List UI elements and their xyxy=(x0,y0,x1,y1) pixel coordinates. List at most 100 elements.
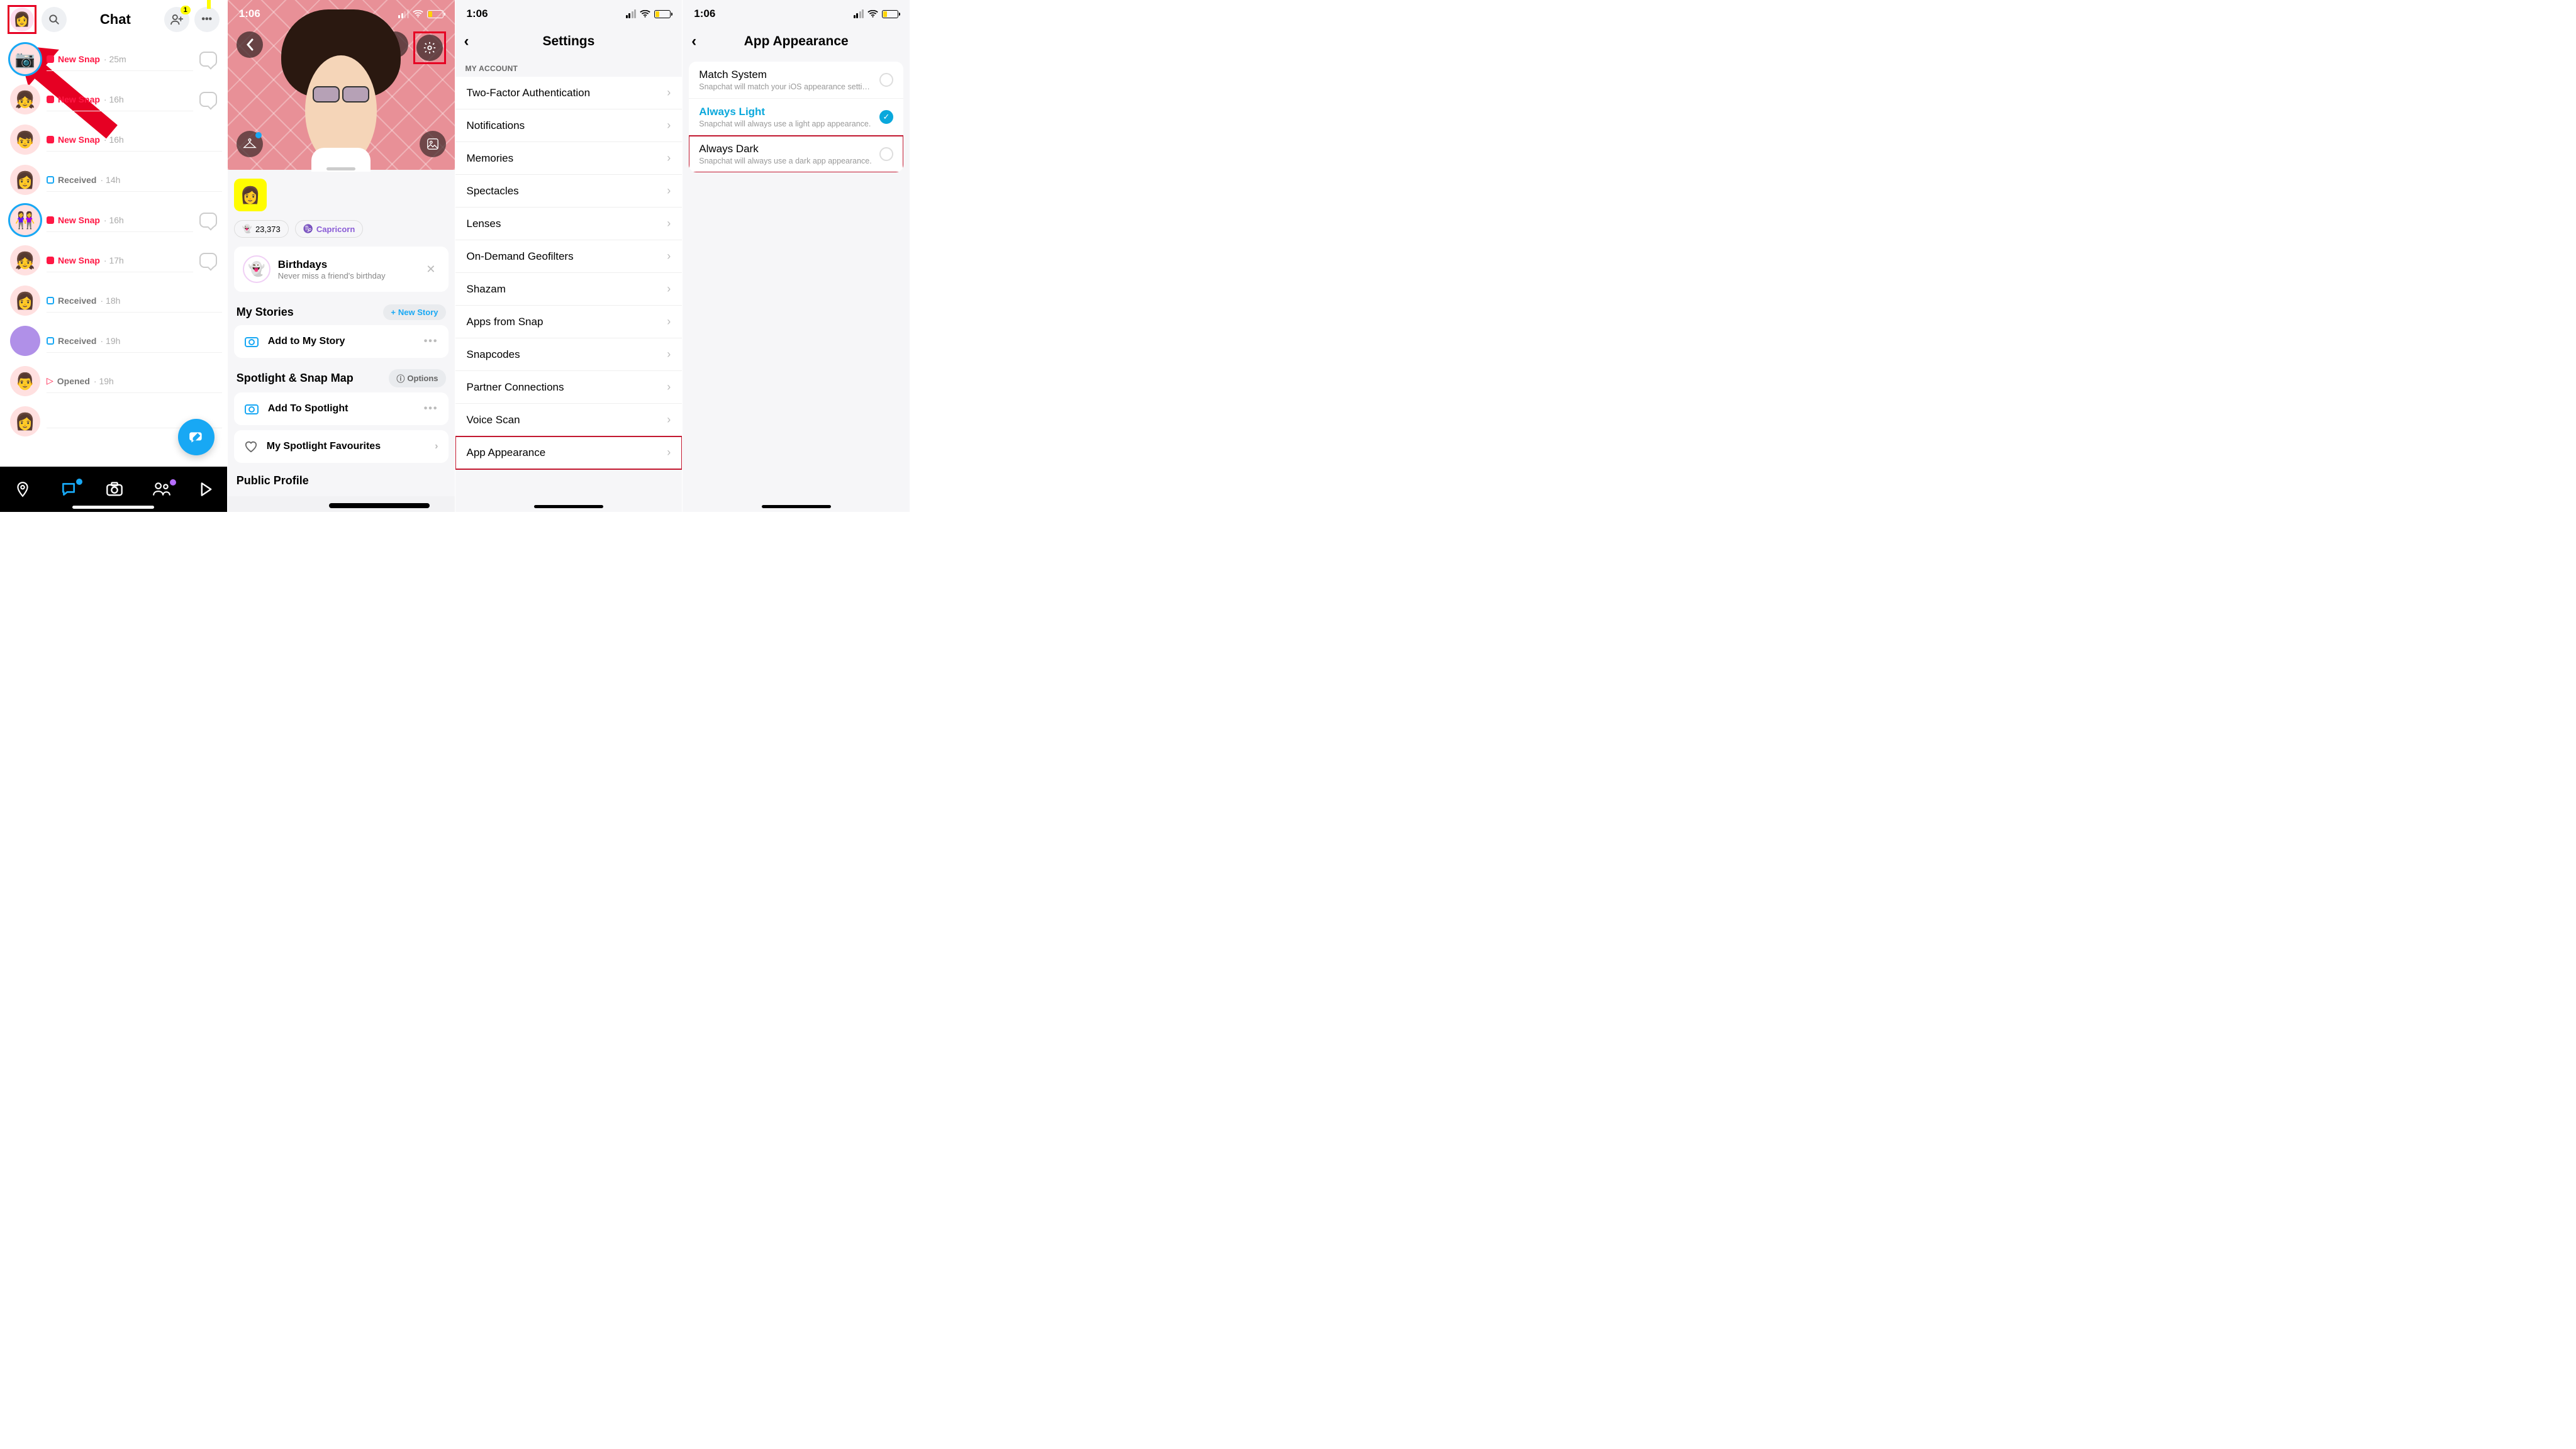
signal-icon xyxy=(626,9,637,18)
snapcode[interactable]: 👩 xyxy=(234,179,267,211)
chevron-right-icon: › xyxy=(667,86,671,99)
add-friend-icon xyxy=(170,14,184,25)
status-time: 1:06 xyxy=(239,8,260,20)
chat-row[interactable]: 📷 New Snap· 25m xyxy=(5,39,227,79)
more-button[interactable]: ••• xyxy=(194,7,220,32)
profile-avatar-highlighted[interactable]: 👩 xyxy=(8,5,36,34)
status-bar: 1:06 xyxy=(455,0,683,24)
reply-icon[interactable] xyxy=(199,92,217,107)
settings-row[interactable]: App Appearance› xyxy=(455,436,683,469)
yellow-indicator xyxy=(207,0,211,9)
new-chat-fab[interactable] xyxy=(178,419,215,455)
chat-row[interactable]: 👨 ▷Opened· 19h xyxy=(5,361,227,401)
settings-row[interactable]: Snapcodes› xyxy=(455,338,683,371)
radio-button[interactable]: ✓ xyxy=(879,110,893,124)
chat-row[interactable]: 👦 New Snap· 16h xyxy=(5,119,227,160)
nav-stories[interactable] xyxy=(152,482,171,497)
score-pill[interactable]: 👻23,373 xyxy=(234,220,289,238)
chat-avatar: 👩 xyxy=(10,165,40,195)
settings-row[interactable]: Voice Scan› xyxy=(455,404,683,436)
signal-icon xyxy=(854,9,864,18)
wifi-icon xyxy=(640,10,650,18)
chat-status: New Snap xyxy=(58,94,100,104)
settings-row[interactable]: Partner Connections› xyxy=(455,371,683,404)
radio-button[interactable] xyxy=(879,147,893,161)
chevron-right-icon: › xyxy=(667,348,671,361)
zodiac-pill[interactable]: ♑Capricorn xyxy=(295,220,364,238)
add-to-story-row[interactable]: Add to My Story ••• xyxy=(234,325,449,358)
nav-camera[interactable] xyxy=(106,482,123,497)
settings-row[interactable]: Apps from Snap› xyxy=(455,306,683,338)
appearance-option[interactable]: Always LightSnapchat will always use a l… xyxy=(689,99,903,136)
chevron-right-icon: › xyxy=(667,250,671,263)
more-icon[interactable]: ••• xyxy=(424,403,438,414)
settings-row[interactable]: Memories › xyxy=(455,142,683,175)
chat-row[interactable]: 👧 New Snap· 17h xyxy=(5,240,227,280)
friend-badge: 1 xyxy=(181,6,191,14)
settings-row[interactable]: Notifications› xyxy=(455,109,683,142)
settings-header: ‹ Settings xyxy=(455,24,683,58)
add-friend-button[interactable]: 1 xyxy=(164,7,189,32)
nav-spotlight[interactable] xyxy=(200,482,213,497)
chat-row[interactable]: 👭 New Snap· 16h xyxy=(5,200,227,240)
settings-button-highlighted[interactable] xyxy=(413,31,446,64)
close-icon[interactable]: ✕ xyxy=(422,263,439,276)
chevron-right-icon: › xyxy=(667,184,671,197)
radio-button[interactable] xyxy=(879,73,893,87)
app-appearance-screen: 1:06 ‹ App Appearance Match SystemSnapch… xyxy=(683,0,910,512)
chevron-right-icon: › xyxy=(667,380,671,394)
sheet-grabber[interactable] xyxy=(326,167,355,170)
chat-row[interactable]: 👩 Received· 18h xyxy=(5,280,227,321)
status-time: 1:06 xyxy=(694,8,715,20)
appearance-option[interactable]: Match SystemSnapchat will match your iOS… xyxy=(689,62,903,99)
option-title: Always Dark xyxy=(699,143,873,155)
chat-row[interactable]: 👧 New Snap· 16h xyxy=(5,79,227,119)
settings-row[interactable]: Lenses› xyxy=(455,208,683,240)
chat-avatar: 👭 xyxy=(10,205,40,235)
chevron-right-icon: › xyxy=(667,152,671,165)
reply-icon[interactable] xyxy=(199,52,217,67)
status-bar: 1:06 xyxy=(683,0,910,24)
public-profile-header: Public Profile xyxy=(234,468,449,487)
hanger-icon xyxy=(243,138,257,150)
camera-icon xyxy=(244,402,259,415)
home-indicator xyxy=(329,503,430,508)
spotlight-favourites-row[interactable]: My Spotlight Favourites › xyxy=(234,430,449,463)
background-button[interactable] xyxy=(420,131,446,157)
back-button[interactable] xyxy=(237,31,263,58)
settings-row[interactable]: On-Demand Geofilters› xyxy=(455,240,683,273)
add-to-spotlight-row[interactable]: Add To Spotlight ••• xyxy=(234,392,449,425)
appearance-option[interactable]: Always Dark Snapchat will always use a da… xyxy=(689,136,903,172)
chat-row[interactable]: 👩 Received· 14h xyxy=(5,160,227,200)
option-subtitle: Snapchat will always use a dark app appe… xyxy=(699,157,873,165)
settings-list: Two-Factor Authentication›Notifications›… xyxy=(455,77,683,469)
more-icon[interactable]: ••• xyxy=(424,336,438,347)
battery-icon xyxy=(654,10,671,18)
chat-status: New Snap xyxy=(58,54,100,64)
battery-icon xyxy=(427,10,443,18)
chat-row[interactable]: Received· 19h xyxy=(5,321,227,361)
search-button[interactable] xyxy=(42,7,67,32)
chat-status: Opened xyxy=(57,376,90,386)
profile-hero: 1:06 xyxy=(228,0,455,170)
wifi-icon xyxy=(413,10,423,18)
settings-row[interactable]: Two-Factor Authentication› xyxy=(455,77,683,109)
new-story-button[interactable]: +New Story xyxy=(383,304,445,320)
chevron-right-icon: › xyxy=(667,119,671,132)
bitmoji-avatar[interactable] xyxy=(287,31,394,170)
nav-chat[interactable] xyxy=(60,481,77,497)
signal-icon xyxy=(398,9,409,18)
zodiac-icon: ♑ xyxy=(303,224,313,234)
settings-row[interactable]: Spectacles› xyxy=(455,175,683,208)
settings-row[interactable]: Shazam› xyxy=(455,273,683,306)
settings-label: Memories xyxy=(467,152,514,165)
reply-icon[interactable] xyxy=(199,253,217,268)
options-button[interactable]: ⓘOptions xyxy=(389,369,445,387)
people-icon xyxy=(152,482,171,497)
chevron-right-icon: › xyxy=(667,282,671,296)
chat-list[interactable]: 📷 New Snap· 25m 👧 New Snap· 16h 👦 New Sn… xyxy=(0,39,227,441)
outfit-button[interactable] xyxy=(237,131,263,157)
birthdays-card[interactable]: 👻 Birthdays Never miss a friend's birthd… xyxy=(234,247,449,292)
nav-map[interactable] xyxy=(14,481,31,497)
reply-icon[interactable] xyxy=(199,213,217,228)
